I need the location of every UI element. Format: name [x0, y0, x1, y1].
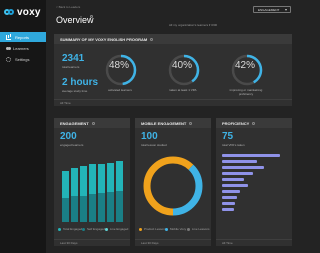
card-footer[interactable]: Last 30 Days [135, 239, 211, 246]
proficiency-bar[interactable] [222, 166, 264, 169]
chevron-down-icon [285, 9, 287, 11]
legend-item: Live Lessons [187, 227, 210, 231]
proficiency-bar[interactable] [222, 196, 238, 199]
bar-self-engaged[interactable] [116, 191, 123, 222]
proficiency-chart [216, 118, 292, 246]
org-filter-label[interactable]: All my organization's learners ▾ 0/00 [169, 23, 217, 27]
proficiency-card: PROFICIENCY 75 total VPA's taken All Tim… [216, 118, 292, 246]
proficiency-bar[interactable] [222, 184, 248, 187]
sidebar-item-label: Settings [15, 56, 30, 62]
bar-self-engaged[interactable] [80, 195, 87, 222]
report-type-value: ENGAGEMENT [258, 7, 280, 12]
proficiency-bar[interactable] [222, 202, 235, 205]
proficiency-bar[interactable] [222, 154, 280, 157]
proficiency-bar[interactable] [222, 208, 234, 211]
bar-self-engaged[interactable] [98, 193, 105, 222]
learners-icon [6, 46, 9, 50]
bar-self-engaged[interactable] [107, 192, 114, 222]
proficiency-bar[interactable] [222, 160, 258, 163]
legend-item: Total Engaged [58, 227, 82, 231]
logo-text: voxy [17, 6, 41, 18]
sidebar-item-learners[interactable]: Learners [0, 43, 46, 53]
bar-total-engaged[interactable] [98, 164, 105, 194]
legend-label: Mobile Voxy [170, 227, 187, 231]
legend-label: Self Engaged [87, 227, 106, 231]
ring-percent: 40% [172, 60, 193, 71]
bar-self-engaged[interactable] [62, 197, 69, 222]
legend-item: Mobile Voxy [165, 227, 186, 231]
ring-label: activated learners [108, 88, 132, 92]
page-title: Overview [56, 15, 94, 25]
bar-self-engaged[interactable] [71, 195, 78, 222]
main-content: < Back to Leaders Overview All my organi… [46, 0, 300, 253]
voxy-logo-icon [4, 7, 14, 17]
legend-item: Self Engaged [82, 227, 105, 231]
card-footer[interactable]: Last 30 Days [54, 239, 130, 246]
sidebar-item-label: Learners [13, 45, 29, 51]
ring-label: taken at least 1 VPA [169, 88, 197, 92]
summary-card: SUMMARY OF MY VOXY ENGLISH PROGRAM 2341 … [54, 34, 292, 106]
sidebar-item-reports[interactable]: Reports [0, 32, 46, 42]
app-window: voxy Reports Learners Settings < Back to… [0, 0, 300, 253]
sidebar: voxy Reports Learners Settings [0, 0, 46, 253]
gear-icon [6, 56, 11, 62]
proficiency-bar[interactable] [222, 190, 240, 193]
mobile-engagement-card: MOBILE ENGAGEMENT 100 total lesson studi… [135, 118, 211, 246]
proficiency-bar[interactable] [222, 172, 253, 175]
legend-item: Live Engaged [105, 227, 128, 231]
bar-total-engaged[interactable] [89, 164, 96, 194]
breadcrumb[interactable]: < Back to Leaders [56, 5, 80, 9]
ring-percent: 42% [235, 60, 256, 71]
legend-label: Product Lessons [144, 227, 167, 231]
sidebar-item-settings[interactable]: Settings [0, 54, 46, 64]
help-icon[interactable] [90, 15, 93, 18]
report-icon [6, 34, 11, 40]
ring-label: improving or maintaining proficiency [229, 88, 263, 96]
sidebar-item-label: Reports [15, 34, 30, 40]
bar-total-engaged[interactable] [62, 171, 69, 198]
voxy-logo[interactable]: voxy [4, 6, 41, 18]
bar-self-engaged[interactable] [89, 194, 96, 222]
engagement-card: ENGAGEMENT 200 engaged learners Total En… [54, 118, 130, 246]
proficiency-bar[interactable] [222, 178, 245, 181]
legend-label: Live Lessons [192, 227, 210, 231]
ring-percent: 48% [109, 60, 130, 71]
legend-label: Total Engaged [63, 227, 83, 231]
card-footer[interactable]: All Time [216, 239, 292, 246]
legend-label: Live Engaged [110, 227, 129, 231]
bar-total-engaged[interactable] [116, 160, 123, 192]
bar-total-engaged[interactable] [107, 162, 114, 193]
bar-total-engaged[interactable] [71, 167, 78, 196]
legend-item: Product Lessons [139, 227, 166, 231]
card-footer[interactable]: All Time [54, 99, 292, 106]
bar-total-engaged[interactable] [80, 166, 87, 196]
report-type-select[interactable]: ENGAGEMENT [253, 6, 291, 13]
